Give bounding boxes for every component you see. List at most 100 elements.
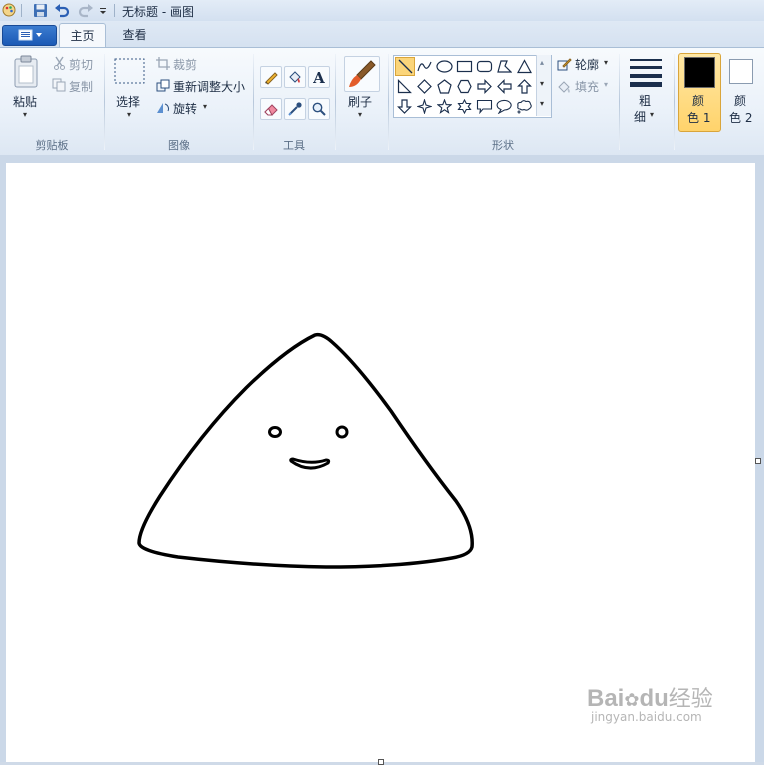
color-picker-tool[interactable]: [284, 98, 306, 120]
pencil-tool[interactable]: [260, 66, 282, 88]
curve-icon: [417, 61, 432, 72]
cut-button[interactable]: 剪切: [69, 56, 93, 73]
tab-view[interactable]: 查看: [112, 24, 157, 46]
shape-rectangle[interactable]: [455, 57, 474, 76]
text-icon: A: [312, 69, 325, 85]
shape-curve[interactable]: [415, 57, 434, 76]
color2-label[interactable]: 颜: [734, 92, 746, 109]
five-point-star-icon: [437, 99, 452, 114]
four-point-star-icon: [417, 99, 432, 114]
window-title: 无标题 - 画图: [122, 5, 194, 19]
gallery-scroll-down-icon[interactable]: ▾: [540, 79, 544, 88]
text-tool[interactable]: A: [308, 66, 330, 88]
gallery-expand-icon[interactable]: ▾: [540, 99, 544, 108]
shape-triangle[interactable]: [515, 57, 534, 76]
fill-dropdown-icon[interactable]: ▾: [604, 80, 608, 89]
canvas-resize-handle-right[interactable]: [755, 458, 761, 464]
shape-hexagon[interactable]: [455, 77, 474, 96]
watermark-brand-suffix: du: [639, 685, 669, 712]
group-separator: [253, 54, 254, 150]
shape-rect-callout[interactable]: [475, 97, 494, 116]
tab-home[interactable]: 主页: [59, 23, 106, 49]
titlebar-separator: [114, 4, 115, 17]
shape-up-arrow[interactable]: [515, 77, 534, 96]
select-button[interactable]: 选择: [116, 93, 140, 110]
pencil-icon: [265, 72, 278, 85]
drawing-canvas[interactable]: [6, 163, 755, 762]
watermark-brand-cn: 经验: [668, 687, 713, 712]
paste-icon[interactable]: [12, 55, 40, 89]
shapes-gallery: [393, 55, 552, 118]
rect-callout-icon: [476, 99, 493, 114]
shape-oval[interactable]: [435, 57, 454, 76]
paste-dropdown-icon[interactable]: ▾: [23, 110, 27, 119]
canvas-resize-handle-bottom[interactable]: [378, 759, 384, 765]
undo-icon[interactable]: [54, 2, 70, 18]
down-arrow-icon: [397, 99, 412, 114]
select-icon[interactable]: [114, 58, 145, 84]
resize-button[interactable]: 重新调整大小: [173, 78, 245, 95]
shape-right-arrow[interactable]: [475, 77, 494, 96]
fill-tool[interactable]: [284, 66, 306, 88]
group-separator: [104, 54, 105, 150]
line-size-icon[interactable]: [629, 57, 663, 87]
save-icon[interactable]: [33, 3, 48, 18]
six-point-star-icon: [457, 99, 472, 114]
fill-button[interactable]: 填充: [575, 78, 599, 95]
brushes-icon[interactable]: [344, 56, 380, 92]
copy-icon[interactable]: [52, 78, 66, 92]
shape-down-arrow[interactable]: [395, 97, 414, 116]
crop-icon[interactable]: [156, 57, 170, 70]
size-dropdown-icon[interactable]: ▾: [650, 110, 654, 119]
size-button[interactable]: 粗: [639, 92, 651, 109]
magnifier-tool[interactable]: [308, 98, 330, 120]
shape-line[interactable]: [395, 57, 415, 76]
shapes-group-label: 形状: [492, 139, 514, 152]
brushes-button[interactable]: 刷子: [348, 93, 372, 110]
brushes-dropdown-icon[interactable]: ▾: [358, 110, 362, 119]
outline-dropdown-icon[interactable]: ▾: [604, 58, 608, 67]
shape-rounded-rectangle[interactable]: [475, 57, 494, 76]
copy-button[interactable]: 复制: [69, 78, 93, 95]
rotate-icon[interactable]: [156, 101, 170, 114]
select-dropdown-icon[interactable]: ▾: [127, 110, 131, 119]
size-button-line2[interactable]: 细: [634, 108, 646, 125]
left-arrow-icon: [497, 79, 512, 94]
outline-icon[interactable]: [557, 57, 572, 72]
gallery-scroll-up-icon[interactable]: ▴: [540, 58, 544, 67]
color2-label-line2[interactable]: 色 2: [729, 109, 752, 126]
eyedropper-icon: [288, 102, 302, 116]
drawing-triangle-face: [137, 332, 474, 569]
shape-polygon[interactable]: [495, 57, 514, 76]
customize-toolbar-icon[interactable]: [98, 5, 108, 15]
shape-right-triangle[interactable]: [395, 77, 414, 96]
shape-four-point-star[interactable]: [415, 97, 434, 116]
paste-button[interactable]: 粘贴: [13, 93, 37, 110]
fill-shape-icon[interactable]: [557, 79, 572, 94]
paint-menu-button[interactable]: [2, 25, 57, 46]
shape-pentagon[interactable]: [435, 77, 454, 96]
eraser-tool[interactable]: [260, 98, 282, 120]
shape-five-point-star[interactable]: [435, 97, 454, 116]
shape-left-arrow[interactable]: [495, 77, 514, 96]
group-separator: [388, 54, 389, 150]
redo-icon[interactable]: [78, 2, 94, 18]
shape-cloud-callout[interactable]: [515, 97, 534, 116]
paint-app-icon[interactable]: [2, 3, 16, 17]
color1-swatch: [684, 57, 715, 88]
oval-callout-icon: [496, 99, 512, 114]
shape-six-point-star[interactable]: [455, 97, 474, 116]
watermark-url: jingyan.baidu.com: [591, 710, 702, 724]
pentagon-icon: [437, 79, 452, 94]
shape-oval-callout[interactable]: [495, 97, 514, 116]
shape-diamond[interactable]: [415, 77, 434, 96]
outline-button[interactable]: 轮廓: [575, 56, 599, 73]
color2-swatch[interactable]: [729, 59, 753, 84]
cut-icon[interactable]: [53, 56, 66, 70]
rotate-dropdown-icon[interactable]: ▾: [203, 102, 207, 111]
resize-icon[interactable]: [156, 79, 170, 92]
color1-label-line2: 色 1: [687, 111, 711, 125]
rotate-button[interactable]: 旋转: [173, 100, 197, 117]
crop-button[interactable]: 裁剪: [173, 56, 197, 73]
diamond-icon: [417, 79, 432, 94]
